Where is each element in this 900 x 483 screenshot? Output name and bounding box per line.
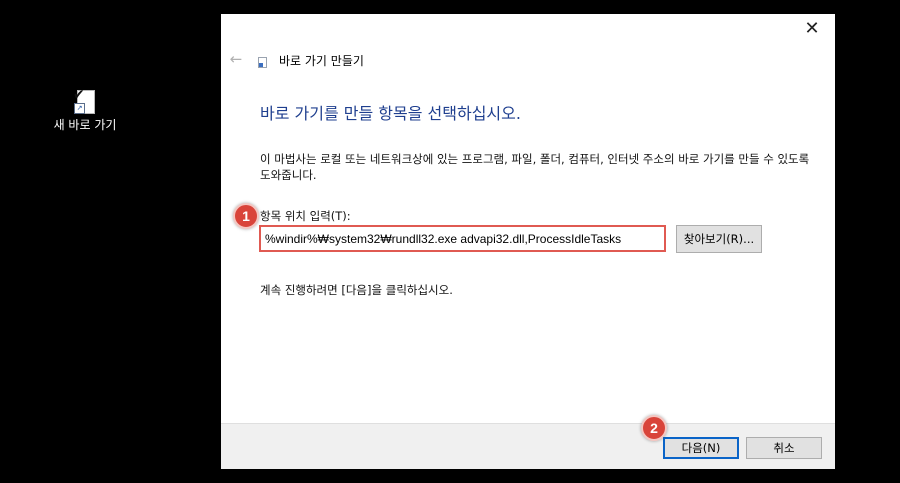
desktop-shortcut[interactable]: ✔ ↗ 새 바로 가기 bbox=[42, 88, 128, 133]
shortcut-title-icon bbox=[258, 57, 267, 68]
create-shortcut-dialog: ✕ ← 바로 가기 만들기 바로 가기를 만들 항목을 선택하십시오. 이 마법… bbox=[221, 14, 835, 469]
wizard-description: 이 마법사는 로컬 또는 네트워크상에 있는 프로그램, 파일, 폴더, 컴퓨터… bbox=[260, 152, 810, 182]
close-button[interactable]: ✕ bbox=[789, 14, 835, 44]
desktop-shortcut-label: 새 바로 가기 bbox=[53, 118, 117, 132]
location-field-label: 항목 위치 입력(T): bbox=[260, 209, 351, 223]
location-input[interactable] bbox=[259, 225, 666, 252]
page-heading: 바로 가기를 만들 항목을 선택하십시오. bbox=[260, 104, 521, 123]
next-button[interactable]: 다음(N) bbox=[663, 437, 739, 459]
dialog-footer: 다음(N) 취소 bbox=[221, 423, 835, 469]
browse-button[interactable]: 찾아보기(R)... bbox=[676, 225, 762, 253]
step-badge-2: 2 bbox=[641, 415, 667, 441]
dialog-title: 바로 가기 만들기 bbox=[279, 54, 364, 68]
new-shortcut-icon: ✔ ↗ bbox=[73, 88, 97, 114]
cancel-button[interactable]: 취소 bbox=[746, 437, 822, 459]
step-badge-1: 1 bbox=[233, 203, 259, 229]
back-arrow-icon[interactable]: ← bbox=[227, 50, 245, 68]
continue-instruction: 계속 진행하려면 [다음]을 클릭하십시오. bbox=[260, 283, 453, 297]
